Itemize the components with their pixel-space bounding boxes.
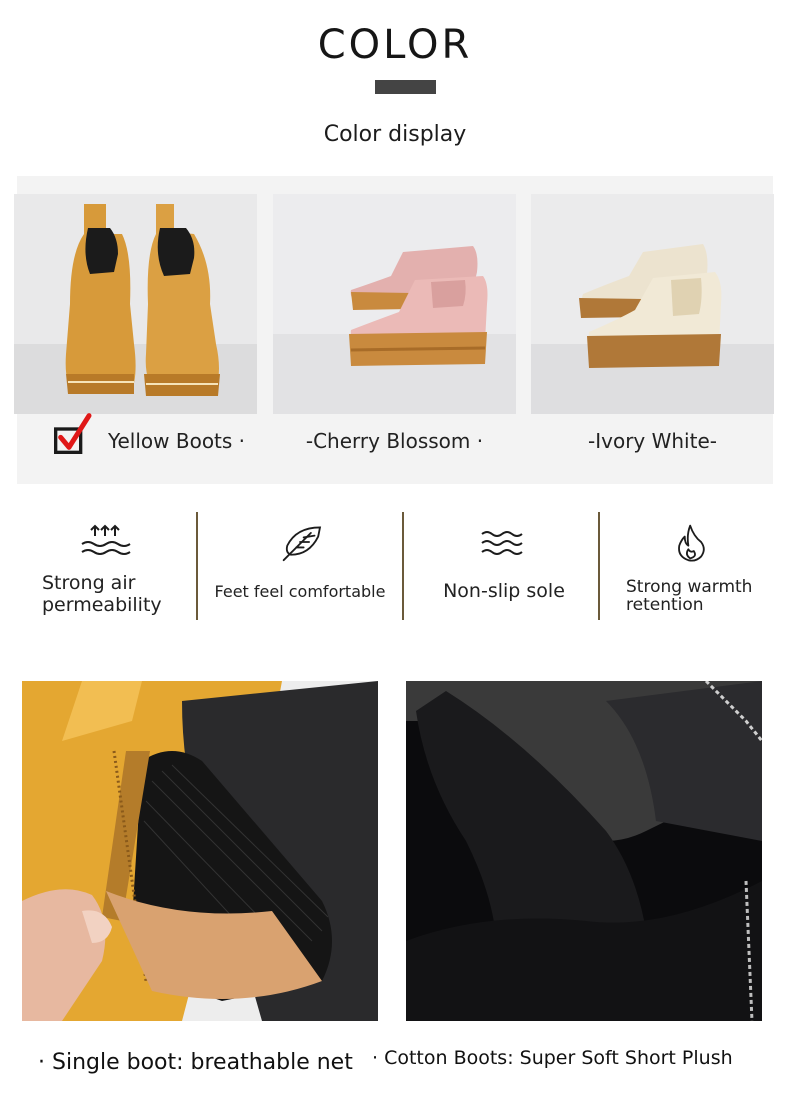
air-waves-icon <box>81 524 131 555</box>
feature-strip: Strong air permeability Feet feel comfor… <box>0 510 790 622</box>
swatch-ivory-white-image[interactable] <box>531 194 774 414</box>
feature-air-line1: Strong air <box>42 572 136 594</box>
section-subtitle: Color display <box>323 122 467 147</box>
page-title: COLOR <box>317 22 473 68</box>
feature-comfortable-label: Feet feel comfortable <box>214 582 386 601</box>
detail-caption-breathable-net: · Single boot: breathable net <box>38 1050 353 1075</box>
detail-photo-short-plush <box>406 681 762 1021</box>
feature-warmth-line1: Strong warmth <box>626 577 753 597</box>
detail-photo-breathable-net <box>22 681 378 1021</box>
selected-checkbox-icon[interactable] <box>54 408 94 460</box>
feature-comfortable: Feet feel comfortable <box>200 510 400 622</box>
feature-divider <box>196 512 198 620</box>
feature-warmth-line2: retention <box>626 595 704 615</box>
feather-icon <box>282 526 322 562</box>
swatch-label-ivory-white: -Ivory White- <box>588 429 717 453</box>
swatch-label-cherry-blossom: -Cherry Blossom · <box>305 429 484 453</box>
swatch-cherry-blossom-image[interactable] <box>273 194 516 414</box>
swatch-yellow-boots-image[interactable] <box>14 194 257 414</box>
feature-air-permeability: Strong air permeability <box>20 510 190 622</box>
feature-divider <box>402 512 404 620</box>
wavy-lines-icon <box>481 531 523 555</box>
color-swatch-panel: Yellow Boots · -Cherry Blossom · -Ivory … <box>14 176 774 484</box>
feature-warmth: Strong warmth retention <box>602 510 782 622</box>
title-underline <box>375 80 436 94</box>
flame-icon <box>678 524 705 562</box>
feature-air-line2: permeability <box>42 594 162 616</box>
feature-non-slip: Non-slip sole <box>406 510 602 622</box>
feature-non-slip-label: Non-slip sole <box>443 580 565 602</box>
detail-caption-short-plush: · Cotton Boots: Super Soft Short Plush <box>372 1047 733 1069</box>
feature-divider <box>598 512 600 620</box>
